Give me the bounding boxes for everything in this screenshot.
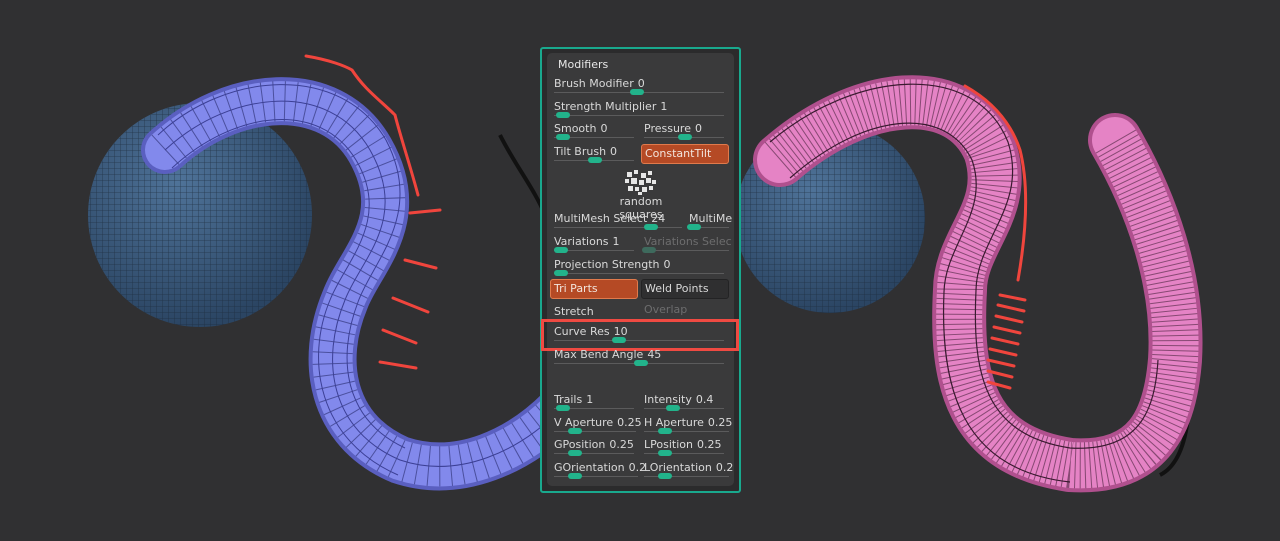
slider-knob[interactable] (568, 428, 582, 434)
slider-knob[interactable] (554, 247, 568, 253)
random-squares-alpha-icon[interactable] (621, 168, 661, 196)
gorientation-label: GOrientation (554, 461, 625, 474)
slider-knob (642, 247, 656, 253)
slider-track (644, 408, 724, 409)
h-aperture-slider[interactable]: H Aperture 0.25 (644, 416, 732, 436)
projection-strength-slider[interactable]: Projection Strength 0 (554, 258, 724, 278)
slider-track (554, 431, 636, 432)
constant-tilt-button[interactable]: ConstantTilt (641, 144, 729, 164)
multimesh-select-slider[interactable]: MultiMesh Select 24 (554, 212, 682, 232)
lorientation-value: 0.2 (715, 461, 734, 474)
slider-track (554, 476, 638, 477)
thin-curve (498, 134, 547, 216)
v-aperture-slider[interactable]: V Aperture 0.25 (554, 416, 642, 436)
slider-knob[interactable] (666, 405, 680, 411)
slider-knob[interactable] (658, 428, 672, 434)
variations-select-slider: Variations Selec (642, 235, 732, 255)
gorientation-slider[interactable]: GOrientation 0.2 (554, 461, 646, 481)
projection-strength-label: Projection Strength (554, 258, 660, 271)
lorientation-slider[interactable]: LOrientation 0.2 (644, 461, 733, 481)
slider-knob[interactable] (554, 270, 568, 276)
slider-knob[interactable] (556, 134, 570, 140)
slider-knob[interactable] (687, 224, 701, 230)
pressure-slider[interactable]: Pressure 0 (644, 122, 724, 142)
v-aperture-label: V Aperture (554, 416, 614, 429)
slider-knob[interactable] (588, 157, 602, 163)
slider-track (554, 453, 634, 454)
slider-track (644, 476, 729, 477)
slider-knob[interactable] (658, 450, 672, 456)
modifiers-title: Modifiers (558, 58, 609, 71)
variations-slider[interactable]: Variations 1 (554, 235, 634, 255)
variations-value: 1 (612, 235, 620, 248)
strength-multiplier-slider[interactable]: Strength Multiplier 1 (554, 100, 724, 120)
pressure-value: 0 (694, 122, 702, 135)
smooth-value: 0 (600, 122, 608, 135)
slider-knob[interactable] (556, 112, 570, 118)
slider-track (644, 453, 724, 454)
smooth-slider[interactable]: Smooth 0 (554, 122, 634, 142)
slider-track (554, 115, 724, 116)
slider-knob[interactable] (568, 450, 582, 456)
lposition-value: 0.25 (696, 438, 722, 451)
tri-parts-button[interactable]: Tri Parts (550, 279, 638, 299)
brush-modifier-label: Brush Modifier (554, 77, 634, 90)
tilt-brush-value: 0 (610, 145, 618, 158)
weld-points-button[interactable]: Weld Points (641, 279, 729, 299)
intensity-slider[interactable]: Intensity 0.4 (644, 393, 724, 413)
gposition-value: 0.25 (609, 438, 634, 451)
max-bend-angle-label: Max Bend Angle (554, 348, 644, 361)
h-aperture-label: H Aperture (644, 416, 704, 429)
slider-knob[interactable] (568, 473, 582, 479)
overlap-button: Overlap (644, 303, 688, 316)
variations-select-label: Variations Selec (644, 235, 732, 248)
slider-knob[interactable] (556, 405, 570, 411)
v-aperture-value: 0.25 (617, 416, 642, 429)
tilt-brush-slider[interactable]: Tilt Brush 0 (554, 145, 634, 165)
strength-multiplier-label: Strength Multiplier (554, 100, 657, 113)
projection-strength-value: 0 (663, 258, 671, 271)
gposition-label: GPosition (554, 438, 606, 451)
slider-track (554, 273, 724, 274)
slider-knob[interactable] (658, 473, 672, 479)
trails-value: 1 (586, 393, 594, 406)
trails-slider[interactable]: Trails 1 (554, 393, 634, 413)
slider-knob[interactable] (678, 134, 692, 140)
multimesh-select-label: MultiMesh Select (554, 212, 648, 225)
slider-track (554, 227, 682, 228)
gposition-slider[interactable]: GPosition 0.25 (554, 438, 634, 458)
strength-multiplier-value: 1 (660, 100, 668, 113)
slider-track (644, 250, 729, 251)
lposition-slider[interactable]: LPosition 0.25 (644, 438, 724, 458)
max-bend-angle-slider[interactable]: Max Bend Angle 45 (554, 348, 724, 368)
intensity-value: 0.4 (695, 393, 714, 406)
stretch-button[interactable]: Stretch (554, 305, 594, 318)
multimesh-second-slider[interactable]: MultiMe (687, 212, 732, 232)
max-bend-angle-value: 45 (647, 348, 662, 361)
lorientation-label: LOrientation (644, 461, 712, 474)
curve-res-highlight-box (541, 319, 739, 351)
h-aperture-value: 0.25 (707, 416, 733, 429)
brush-modifier-slider[interactable]: Brush Modifier 0 (554, 77, 724, 97)
slider-knob[interactable] (634, 360, 648, 366)
slider-knob[interactable] (630, 89, 644, 95)
slider-track (644, 431, 729, 432)
slider-knob[interactable] (644, 224, 658, 230)
